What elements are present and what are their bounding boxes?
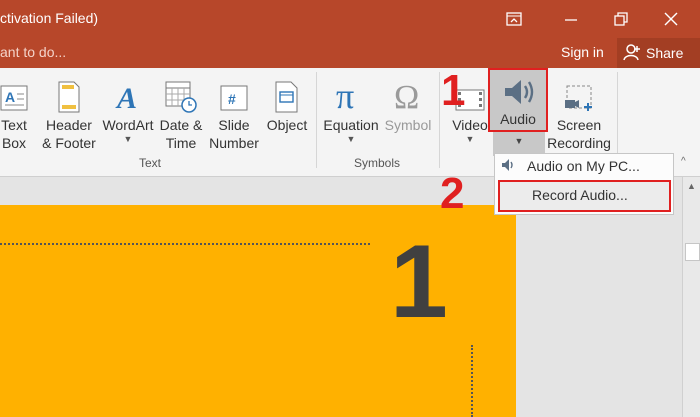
svg-text:π: π xyxy=(336,76,354,114)
speaker-icon xyxy=(501,70,535,108)
header-footer-icon xyxy=(56,68,82,114)
slide-number-icon: # xyxy=(219,68,249,114)
audio-dropdown-menu: Audio on My PC... Record Audio... xyxy=(494,153,674,215)
audio-button[interactable]: Audio xyxy=(488,68,548,132)
scroll-thumb[interactable] xyxy=(685,243,700,261)
ribbon-display-options-icon[interactable] xyxy=(502,9,526,29)
restore-icon[interactable] xyxy=(609,9,633,29)
group-divider xyxy=(316,72,317,168)
audio-on-my-pc-label: Audio on My PC... xyxy=(527,158,640,174)
window-title: ctivation Failed) xyxy=(0,10,99,26)
step-1-annotation: 1 xyxy=(441,66,466,115)
svg-text:#: # xyxy=(228,91,236,107)
chevron-down-icon: ▼ xyxy=(123,134,133,144)
svg-text:Ω: Ω xyxy=(394,79,419,114)
symbol-button[interactable]: Ω Symbol xyxy=(382,68,434,134)
wordart-button[interactable]: A WordArt ▼ xyxy=(100,68,156,144)
omega-icon: Ω xyxy=(391,68,425,114)
object-button[interactable]: Object xyxy=(262,68,312,134)
screen-recording-icon xyxy=(563,68,595,114)
object-icon xyxy=(273,68,301,114)
text-group-label: Text xyxy=(139,156,162,170)
scroll-up-icon[interactable]: ▲ xyxy=(687,181,696,191)
title-bar: ctivation Failed) xyxy=(0,0,700,38)
header-footer-button[interactable]: Header & Footer xyxy=(38,68,100,152)
symbols-group-label: Symbols xyxy=(354,156,401,170)
text-box-button[interactable]: A Text Box xyxy=(0,68,32,152)
minimize-icon[interactable] xyxy=(559,9,583,29)
date-time-button[interactable]: Date & Time xyxy=(156,68,206,152)
placeholder-border xyxy=(0,243,370,245)
audio-on-my-pc-item[interactable]: Audio on My PC... xyxy=(501,154,640,178)
sign-in-link[interactable]: Sign in xyxy=(561,44,604,60)
slide-number-button[interactable]: # Slide Number xyxy=(206,68,262,152)
slide-number-text: 1 xyxy=(390,224,448,340)
close-icon[interactable] xyxy=(659,9,683,29)
screen-recording-button[interactable]: Screen Recording xyxy=(544,68,614,152)
wordart-icon: A xyxy=(113,68,143,114)
ribbon-collapse-icon[interactable]: ^ xyxy=(681,156,686,167)
share-button[interactable]: Share xyxy=(617,38,700,68)
share-label: Share xyxy=(646,45,684,61)
chevron-down-icon: ▼ xyxy=(465,134,475,144)
textbox-icon: A xyxy=(0,68,29,114)
placeholder-border xyxy=(471,345,473,417)
date-time-icon xyxy=(164,68,198,114)
pi-icon: π xyxy=(334,68,368,114)
speaker-small-icon xyxy=(501,158,527,175)
record-audio-item[interactable]: Record Audio... xyxy=(498,180,671,212)
user-add-icon xyxy=(623,43,641,64)
tell-me-bar: ant to do... Sign in Share xyxy=(0,38,700,68)
group-divider xyxy=(439,72,440,168)
chevron-down-icon: ▼ xyxy=(346,134,356,144)
svg-text:A: A xyxy=(115,82,137,114)
vertical-scrollbar[interactable]: ▲ xyxy=(682,177,700,417)
svg-text:A: A xyxy=(5,89,15,105)
step-2-annotation: 2 xyxy=(440,169,465,218)
record-audio-label: Record Audio... xyxy=(532,187,628,203)
tell-me-input[interactable]: ant to do... xyxy=(0,44,66,60)
equation-button[interactable]: π Equation ▼ xyxy=(321,68,381,144)
